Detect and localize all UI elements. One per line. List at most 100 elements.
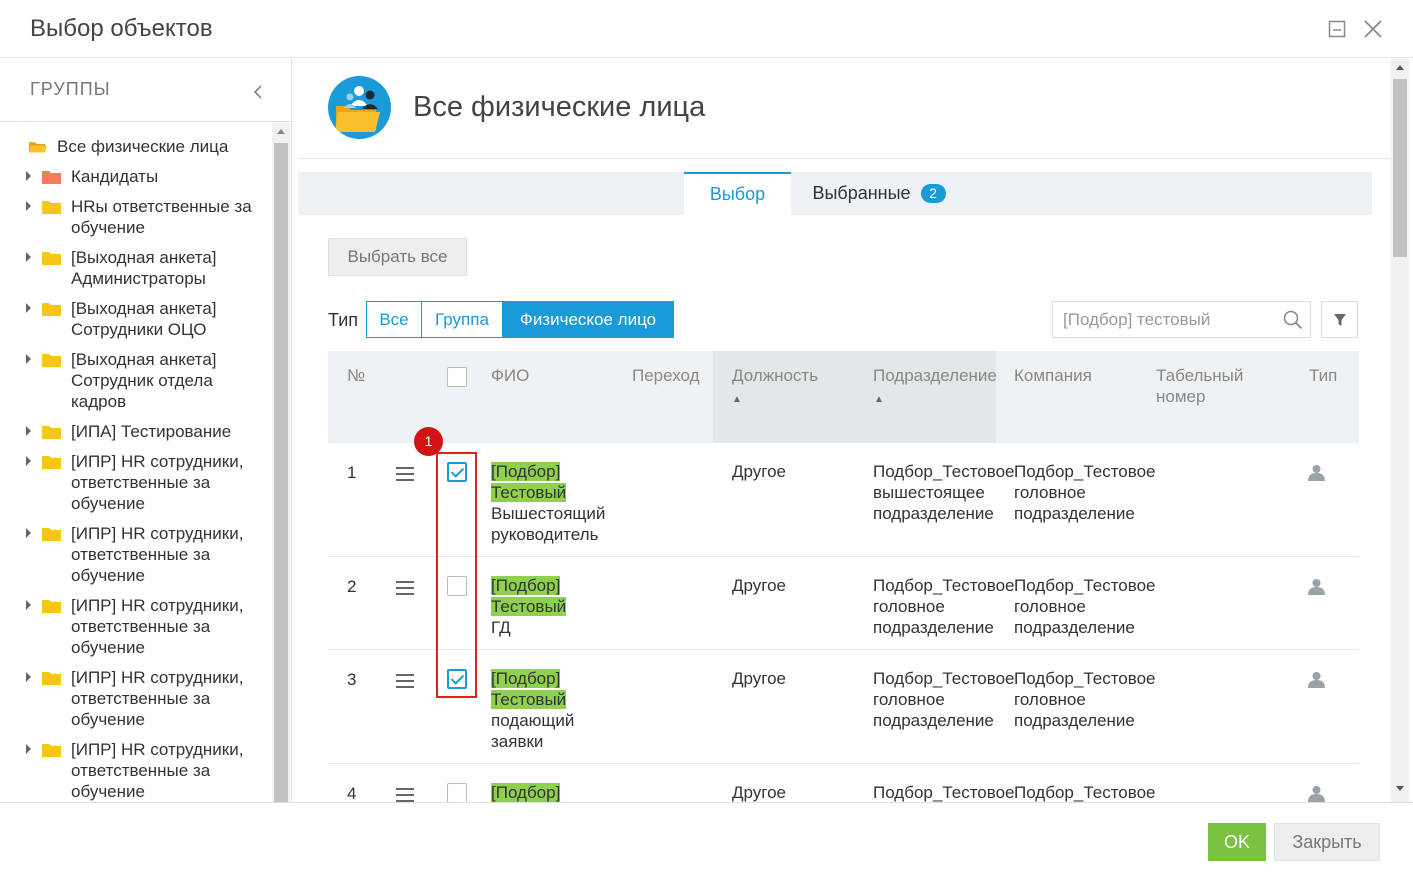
tab-selected[interactable]: Выбранные 2	[804, 172, 954, 215]
select-all-checkbox[interactable]	[447, 367, 467, 387]
people-folder-icon	[328, 76, 391, 139]
sort-indicator: ▲	[874, 394, 884, 405]
filter-button[interactable]	[1321, 301, 1358, 338]
scroll-thumb[interactable]	[274, 143, 288, 802]
expand-arrow-icon[interactable]	[26, 354, 31, 364]
tree-item-label: [ИПР] HR сотрудники, ответственные за об…	[71, 596, 244, 657]
expand-arrow-icon[interactable]	[26, 528, 31, 538]
drag-handle-icon[interactable]	[396, 674, 414, 688]
type-group-button[interactable]: Группа	[421, 301, 503, 338]
folder-icon	[42, 744, 61, 757]
folder-icon	[42, 171, 61, 184]
row-number: 3	[347, 670, 357, 689]
expand-arrow-icon[interactable]	[26, 303, 31, 313]
fio-text: Вышестоящий руководитель	[491, 504, 606, 544]
folder-icon	[42, 201, 61, 214]
tree-item-label: HRы ответственные за обучение	[71, 197, 252, 237]
search-match-highlight: [Подбор]	[491, 462, 561, 481]
row-number: 4	[347, 784, 357, 802]
fio-cell[interactable]: [Подбор] Тестовый ГД	[491, 575, 621, 638]
groups-panel: ГРУППЫ Все физические лица Кандидаты HRы …	[0, 59, 292, 802]
search-box	[1052, 301, 1311, 338]
close-dialog-button[interactable]: Закрыть	[1274, 823, 1380, 861]
scroll-down-icon[interactable]	[1396, 786, 1404, 791]
table-row[interactable]: 1 [Подбор] Тестовый Вышестоящий руководител…	[328, 443, 1359, 557]
type-person-button[interactable]: Физическое лицо	[502, 301, 674, 338]
col-fio[interactable]: ФИО	[491, 365, 529, 386]
company-cell: Подбор_Тестовое	[1014, 783, 1156, 802]
table-header: № ФИО Переход Должность ▲ Подразделение …	[328, 351, 1359, 443]
object-selection-dialog: Выбор объектов ГРУППЫ Все физические лиц…	[0, 0, 1413, 876]
groups-scrollbar[interactable]	[272, 123, 290, 802]
folder-icon	[42, 528, 61, 541]
fio-cell[interactable]: [Подбор] Тестовый Вышестоящий руководитель	[491, 461, 621, 545]
fio-text: подающий заявки	[491, 711, 575, 751]
tab-label: Выбор	[709, 184, 766, 204]
collapse-panel-button[interactable]	[250, 83, 266, 101]
col-type[interactable]: Тип	[1309, 365, 1337, 386]
position-cell: Другое	[732, 783, 787, 802]
expand-arrow-icon[interactable]	[26, 744, 31, 754]
tab-selection[interactable]: Выбор	[684, 172, 791, 215]
main-scrollbar[interactable]	[1391, 59, 1409, 802]
fio-cell[interactable]: [Подбор] Тестовый подающий заявки	[491, 668, 621, 752]
select-all-button[interactable]: Выбрать все	[328, 238, 467, 276]
col-department[interactable]: Подразделение	[873, 365, 997, 386]
type-filter-label: Тип	[328, 310, 359, 330]
col-tab-number[interactable]: Табельный номер	[1156, 365, 1280, 407]
col-number[interactable]: №	[347, 365, 365, 386]
open-folder-icon	[28, 142, 47, 153]
scroll-up-icon[interactable]	[1396, 65, 1404, 70]
scroll-thumb[interactable]	[1393, 79, 1407, 257]
folder-icon	[42, 426, 61, 439]
expand-arrow-icon[interactable]	[26, 672, 31, 682]
minimize-button[interactable]	[1326, 18, 1348, 40]
folder-icon	[42, 354, 61, 367]
type-all-button[interactable]: Все	[366, 301, 422, 338]
expand-arrow-icon[interactable]	[26, 201, 31, 211]
groups-title: ГРУППЫ	[30, 79, 111, 99]
person-icon	[1308, 465, 1325, 481]
table-row[interactable]: 3 [Подбор] Тестовый подающий заявки Другое По…	[328, 650, 1359, 764]
tree-item-label: Все физические лица	[57, 137, 229, 156]
search-icon[interactable]	[1283, 310, 1303, 330]
tree-item-label: [ИПР] HR сотрудники, ответственные за об…	[71, 668, 244, 729]
expand-arrow-icon[interactable]	[26, 426, 31, 436]
scroll-up-icon[interactable]	[277, 129, 285, 134]
position-cell: Другое	[732, 576, 787, 595]
row-number: 1	[347, 463, 357, 482]
row-checkbox[interactable]	[447, 783, 467, 802]
expand-arrow-icon[interactable]	[26, 456, 31, 466]
search-match-highlight: Тестовый	[491, 597, 567, 616]
col-company[interactable]: Компания	[1014, 365, 1092, 386]
close-icon	[1364, 20, 1382, 38]
tree-item-label: [ИПР] HR сотрудники, ответственные за об…	[71, 524, 244, 585]
tab-label: Выбранные	[812, 183, 911, 203]
expand-arrow-icon[interactable]	[26, 252, 31, 262]
dialog-title: Выбор объектов	[30, 15, 213, 42]
expand-arrow-icon[interactable]	[26, 600, 31, 610]
fio-cell[interactable]: [Подбор]	[491, 782, 621, 802]
tree-item-label: [Выходная анкета] Сотрудники ОЦО	[71, 299, 217, 339]
search-match-highlight: Тестовый	[491, 690, 567, 709]
search-input[interactable]	[1063, 302, 1273, 337]
annotation-highlight-box	[436, 452, 477, 698]
col-transition[interactable]: Переход	[632, 365, 700, 386]
col-position[interactable]: Должность	[732, 365, 818, 386]
folder-icon	[42, 456, 61, 469]
drag-handle-icon[interactable]	[396, 581, 414, 595]
person-icon	[1308, 672, 1325, 688]
close-button[interactable]	[1362, 18, 1384, 40]
tree-item-label: [ИПА] Тестирование	[71, 422, 232, 441]
tree-item-label: [ИПР] HR сотрудники, ответственные за об…	[71, 452, 244, 513]
person-icon	[1308, 786, 1325, 802]
drag-handle-icon[interactable]	[396, 467, 414, 481]
tree-item-label: [ИПР] HR сотрудники, ответственные за об…	[71, 740, 244, 801]
expand-arrow-icon[interactable]	[26, 171, 31, 181]
table-row[interactable]: 2 [Подбор] Тестовый ГД Другое Подбор_Тестовое…	[328, 557, 1359, 650]
folder-icon	[42, 600, 61, 613]
ok-button[interactable]: OK	[1208, 823, 1266, 861]
drag-handle-icon[interactable]	[396, 788, 414, 802]
position-cell: Другое	[732, 462, 787, 481]
table-row[interactable]: 4 [Подбор] Другое Подбор_Тестовое Подбор_Тес…	[328, 764, 1359, 802]
